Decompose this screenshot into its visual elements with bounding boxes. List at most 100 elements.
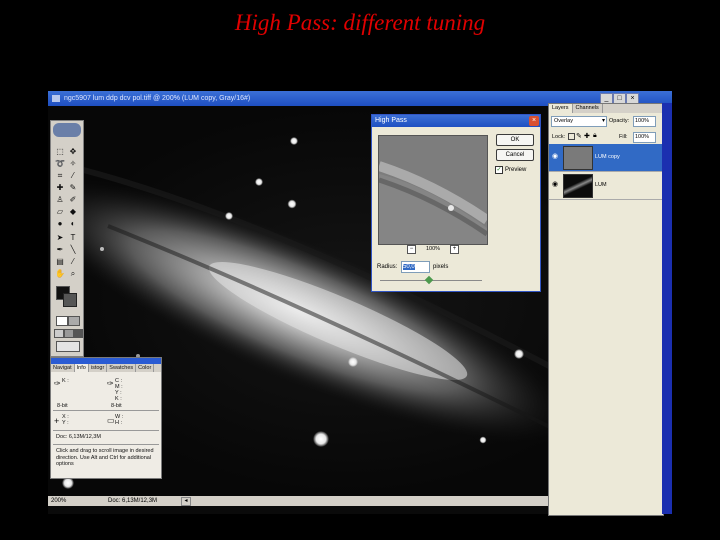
eyedropper-cmyk-icon: ✑ [107,379,114,388]
info-k2-label: K : [115,396,122,402]
layer-thumbnail [563,174,593,198]
doc-size: Doc: 6,13M/12,3M [108,498,158,504]
dialog-title: High Pass [375,117,407,124]
slide-title: High Pass: different tuning [234,10,486,35]
layer-name: LUM copy [595,154,620,160]
history-brush-tool-icon[interactable]: ✐ [68,195,78,205]
screen-mode-standard-icon[interactable] [54,329,64,338]
info-bit-depth-1: 8-bit [57,403,68,409]
preview-checkbox[interactable]: ✓ Preview [495,166,526,174]
fill-field[interactable]: 100% [633,132,656,143]
tab-color[interactable]: Color [136,364,155,372]
eyedropper-icon: ✑ [54,379,61,388]
notes-tool-icon[interactable]: ▤ [55,257,65,267]
lock-position-icon[interactable]: ✚ [584,132,590,140]
quick-mask-mode-icon[interactable] [68,316,80,326]
cancel-button[interactable]: Cancel [496,149,534,161]
info-doc-size: Doc: 6,13M/12,3M [56,434,101,440]
fill-label: Fill: [619,134,628,140]
screen-mode-full-icon[interactable] [74,329,83,338]
preview-label: Preview [505,167,527,173]
healing-brush-tool-icon[interactable]: ✚ [55,183,65,193]
high-pass-dialog: High Pass × OK Cancel ✓ Preview − 100% + … [371,114,541,292]
eraser-tool-icon[interactable]: ▱ [55,207,65,217]
checkmark-icon: ✓ [495,166,503,174]
info-bit-depth-2: 8-bit [111,403,122,409]
tab-histogram[interactable]: istogr [89,364,108,372]
preview-image [379,136,487,244]
opacity-label: Opacity: [609,118,630,124]
type-tool-icon[interactable]: T [68,233,78,243]
lock-transparency-icon[interactable] [568,133,575,140]
lock-pixels-icon[interactable]: ✎ [576,132,582,140]
layer-row-lum[interactable]: ◉ LUM [549,172,663,200]
blend-mode-value: Overlay [554,118,573,124]
screen-mode-full-menu-icon[interactable] [64,329,74,338]
tab-navigator[interactable]: Navigat [51,364,75,372]
status-bar: 200% Doc: 6,13M/12,3M ◂ [48,496,548,506]
paint-bucket-tool-icon[interactable]: ◆ [68,207,78,217]
hand-tool-icon[interactable]: ✋ [55,269,65,279]
radius-input[interactable]: 50,0 [401,261,430,273]
blend-mode-select[interactable]: Overlay ▾ [551,116,607,127]
lock-label: Lock: [552,134,566,140]
marquee-tool-icon[interactable]: ⬚ [55,147,65,157]
ok-button[interactable]: OK [496,134,534,146]
info-palette-tabs: Navigat Info istogr Swatches Color [51,364,161,372]
lock-all-icon[interactable]: 🔒︎ [593,132,597,140]
tab-layers[interactable]: Layers [549,104,573,113]
info-h-label: H : [115,420,123,426]
magic-wand-tool-icon[interactable]: ✧ [68,159,78,169]
visibility-eye-icon[interactable]: ◉ [552,181,560,189]
info-palette: Navigat Info istogr Swatches Color ✑ K :… [50,357,162,479]
photoshop-logo-icon [53,123,81,137]
tab-channels[interactable]: Channels [573,104,603,113]
tab-swatches[interactable]: Swatches [107,364,137,372]
filter-preview[interactable] [378,135,488,245]
visibility-eye-icon[interactable]: ◉ [552,153,560,161]
background-color-swatch[interactable] [63,293,77,307]
pen-tool-icon[interactable]: ✒ [55,245,65,255]
info-divider [53,410,159,411]
zoom-in-button[interactable]: + [450,245,459,254]
slice-tool-icon[interactable]: ⁄ [68,171,78,181]
info-k-label: K : [62,378,69,384]
radius-unit: pixels [433,264,449,270]
preview-zoom-row: − 100% + [406,245,466,254]
app-icon [52,95,60,102]
layers-palette-tabs: Layers Channels [549,104,663,113]
blur-tool-icon[interactable]: ● [55,219,65,229]
path-selection-tool-icon[interactable]: ➤ [55,233,65,243]
dialog-close-button[interactable]: × [529,116,539,126]
info-divider-2 [53,430,159,431]
preview-zoom-value: 100% [426,246,441,252]
zoom-level[interactable]: 200% [51,496,66,506]
tab-info[interactable]: Info [74,364,89,372]
dialog-titlebar[interactable]: High Pass × [372,115,540,127]
brush-tool-icon[interactable]: ✎ [68,183,78,193]
clone-stamp-tool-icon[interactable]: ♙ [55,195,65,205]
zoom-out-button[interactable]: − [407,245,416,254]
opacity-field[interactable]: 100% [633,116,656,127]
dodge-tool-icon[interactable]: ◐ [68,219,78,229]
crop-tool-icon[interactable]: ⌗ [55,171,65,181]
scroll-left-icon[interactable]: ◂ [181,497,191,506]
radius-value: 50,0 [403,264,415,270]
lasso-tool-icon[interactable]: ➰ [55,159,65,169]
jump-to-imageready-icon[interactable] [56,341,80,352]
info-divider-3 [53,444,159,445]
move-tool-icon[interactable]: ✥ [68,147,78,157]
standard-mode-icon[interactable] [56,316,68,326]
eyedropper-tool-icon[interactable]: ⁄ [68,257,78,267]
layer-row-lum-copy[interactable]: ◉ LUM copy [549,144,663,172]
radius-label: Radius: [377,264,398,270]
zoom-tool-icon[interactable]: ⌕ [68,269,78,279]
shape-tool-icon[interactable]: ╲ [68,245,78,255]
crosshair-icon: + [54,416,60,426]
info-hint: Click and drag to scroll image in desire… [56,448,154,467]
layers-palette: Layers Channels Overlay ▾ Opacity: 100% … [548,103,664,516]
radius-slider-thumb[interactable] [424,275,434,285]
selection-size-icon: ▭ [107,416,115,425]
toolbox: ⬚ ✥ ➰ ✧ ⌗ ⁄ ✚ ✎ ♙ ✐ ▱ ◆ ● ◐ ➤ T ✒ ╲ ▤ ⁄ … [50,120,84,357]
window-edge [662,103,672,514]
